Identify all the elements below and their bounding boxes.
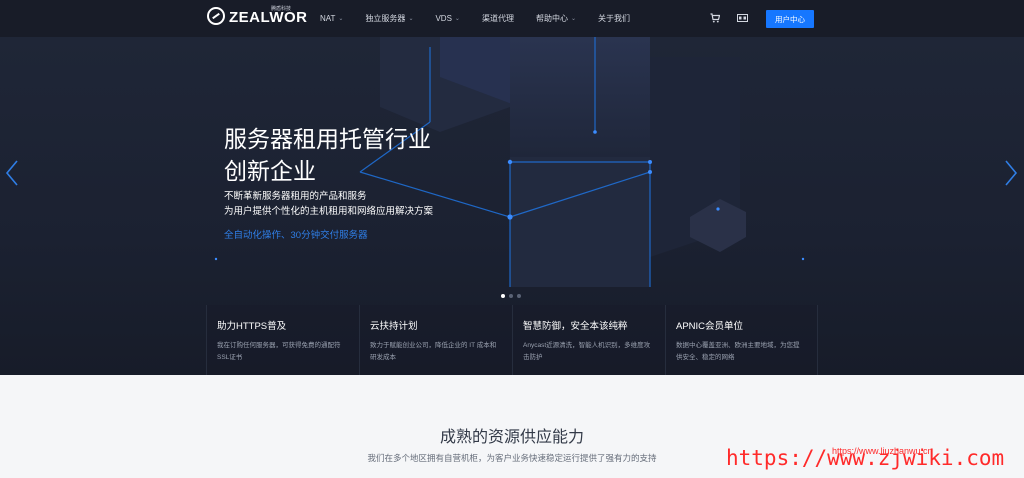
menu-item-dedicated-server[interactable]: 独立服务器 ⌄ (365, 13, 413, 24)
feature-card-apnic[interactable]: APNIC会员单位 数据中心覆盖亚洲、欧洲主要地域，为您提供安全、稳定的网络 (665, 305, 818, 375)
carousel-dots (501, 294, 525, 298)
feature-title: 云扶持计划 (370, 321, 418, 332)
menu-item-help-center[interactable]: 帮助中心 ⌄ (536, 13, 576, 24)
feature-title: APNIC会员单位 (676, 321, 744, 332)
menu-item-label: 渠道代理 (481, 14, 514, 23)
menu-item-channel-agent[interactable]: 渠道代理 (482, 13, 514, 24)
hero-title-line-1: 服务器租用托管行业 (224, 126, 431, 152)
carousel-dot[interactable] (501, 294, 505, 298)
feature-description: Anycast近源清洗，智能人机识别，多维度攻击防护 (523, 342, 651, 361)
main-menu: NAT ⌄ 独立服务器 ⌄ VDS ⌄ 渠道代理 帮助中心 ⌄ 关于我们 (320, 0, 652, 37)
chevron-down-icon: ⌄ (338, 16, 344, 22)
hero-description-line-2: 为用户提供个性化的主机租用和网络应用解决方案 (224, 206, 434, 217)
language-icon[interactable] (737, 14, 748, 22)
chevron-down-icon: ⌄ (570, 16, 576, 22)
logo[interactable]: ZEALWOR 腾盾科技 (207, 6, 308, 26)
logo-text: ZEALWOR (229, 8, 308, 26)
carousel-dot[interactable] (509, 294, 513, 298)
feature-description: 我在订购任何服务器，可获得免费的通配符SSL证书 (217, 342, 341, 361)
feature-card-https[interactable]: 助力HTTPS普及 我在订购任何服务器，可获得免费的通配符SSL证书 (206, 305, 359, 375)
feature-title: 助力HTTPS普及 (217, 321, 287, 332)
hero-banner: 服务器租用托管行业 创新企业 不断革新服务器租用的产品和服务 为用户提供个性化的… (0, 37, 1024, 375)
menu-item-label: 独立服务器 (365, 14, 406, 23)
hero-title-line-2: 创新企业 (224, 158, 316, 184)
top-nav: ZEALWOR 腾盾科技 NAT ⌄ 独立服务器 ⌄ VDS ⌄ 渠道代理 帮助中心 ⌄… (0, 0, 1024, 37)
chevron-down-icon: ⌄ (454, 16, 460, 22)
carousel-prev-arrow-icon[interactable] (5, 160, 19, 186)
feature-card-cloud-support[interactable]: 云扶持计划 致力于赋能创业公司，降低企业的 IT 成本和研发成本 (359, 305, 512, 375)
hero-title: 服务器租用托管行业 创新企业 (224, 123, 484, 187)
logo-subtext: 腾盾科技 (271, 6, 292, 12)
logo-icon (207, 7, 225, 25)
feature-description: 数据中心覆盖亚洲、欧洲主要地域，为您提供安全、稳定的网络 (676, 342, 800, 361)
menu-item-label: 帮助中心 (535, 14, 568, 23)
menu-item-about-us[interactable]: 关于我们 (598, 13, 630, 24)
carousel-next-arrow-icon[interactable] (1004, 160, 1018, 186)
menu-item-vds[interactable]: VDS ⌄ (435, 14, 459, 23)
chevron-down-icon: ⌄ (408, 16, 414, 22)
feature-card-smart-defense[interactable]: 智慧防御，安全本该纯粹 Anycast近源清洗，智能人机识别，多维度攻击防护 (512, 305, 665, 375)
section-title: 成熟的资源供应能力 (439, 429, 584, 446)
hero-highlight: 全自动化操作、30分钟交付服务器 (224, 230, 368, 241)
hero-description-line-1: 不断革新服务器租用的产品和服务 (224, 191, 367, 202)
menu-item-label: NAT (320, 14, 336, 23)
watermark: https://www.zjwiki.com (726, 446, 1005, 470)
feature-title: 智慧防御，安全本该纯粹 (523, 321, 628, 332)
feature-description: 致力于赋能创业公司，降低企业的 IT 成本和研发成本 (370, 342, 497, 361)
menu-item-label: VDS (435, 14, 452, 23)
carousel-dot[interactable] (517, 294, 521, 298)
menu-item-nat[interactable]: NAT ⌄ (320, 14, 343, 23)
cart-icon[interactable] (710, 13, 720, 23)
menu-item-label: 关于我们 (597, 14, 630, 23)
user-center-button[interactable]: 用户中心 (766, 10, 814, 28)
hero-description: 不断革新服务器租用的产品和服务 为用户提供个性化的主机租用和网络应用解决方案 (224, 189, 433, 219)
feature-list: 助力HTTPS普及 我在订购任何服务器，可获得免费的通配符SSL证书 云扶持计划… (206, 305, 819, 375)
